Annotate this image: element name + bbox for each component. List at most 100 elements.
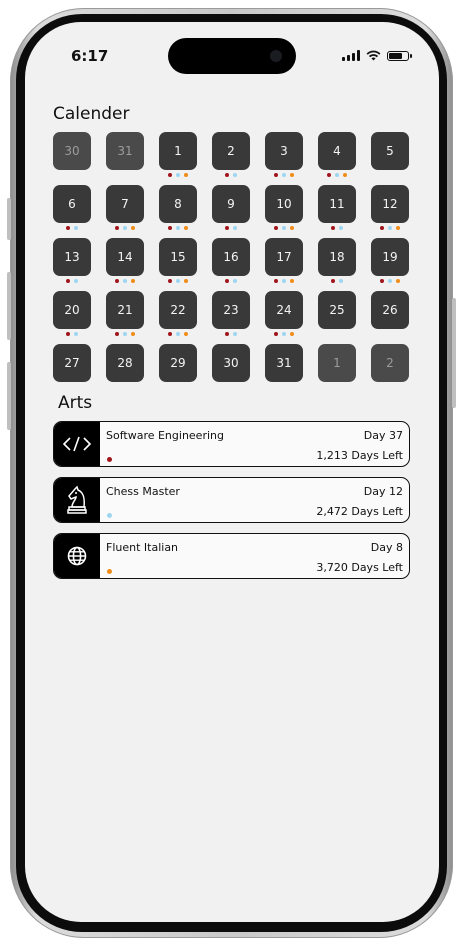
calendar-day-cell: 14 [106, 238, 144, 283]
calendar-day[interactable]: 25 [318, 291, 356, 329]
calendar-day[interactable]: 28 [106, 344, 144, 382]
calendar-day[interactable]: 27 [53, 344, 91, 382]
art-card[interactable]: Software Engineering Day 37 1,213 Days Lef… [53, 421, 410, 467]
activity-dots [371, 226, 409, 230]
calendar-day-cell: 8 [159, 185, 197, 230]
calendar-day[interactable]: 14 [106, 238, 144, 276]
activity-dot-blue [339, 279, 343, 283]
volume-up-button [7, 272, 11, 340]
calendar-day[interactable]: 31 [265, 344, 303, 382]
calendar-day[interactable]: 7 [106, 185, 144, 223]
art-color-dot [107, 513, 112, 518]
calendar-day[interactable]: 20 [53, 291, 91, 329]
calendar-day-cell: 28 [106, 344, 144, 382]
art-day: Day 8 [370, 541, 403, 554]
calendar-day[interactable]: 8 [159, 185, 197, 223]
activity-dots [318, 279, 356, 283]
calendar-day[interactable]: 21 [106, 291, 144, 329]
calendar-day-cell: 2 [212, 132, 250, 177]
activity-dot-blue [74, 226, 78, 230]
calendar-day[interactable]: 16 [212, 238, 250, 276]
calendar-day[interactable]: 15 [159, 238, 197, 276]
calendar-day[interactable]: 13 [53, 238, 91, 276]
activity-dots [318, 173, 356, 177]
chess-knight-icon [54, 478, 100, 522]
calendar-day[interactable]: 1 [159, 132, 197, 170]
calendar-day[interactable]: 9 [212, 185, 250, 223]
calendar-day[interactable]: 17 [265, 238, 303, 276]
calendar-day-cell: 24 [265, 291, 303, 336]
activity-dot-red [66, 226, 70, 230]
activity-dot-red [274, 173, 278, 177]
calendar-day[interactable]: 12 [371, 185, 409, 223]
status-time: 6:17 [71, 47, 109, 65]
activity-dot-red [66, 279, 70, 283]
activity-dots [265, 173, 303, 177]
calendar-day[interactable]: 4 [318, 132, 356, 170]
calendar-day-cell: 5 [371, 132, 409, 170]
calendar-day-cell: 11 [318, 185, 356, 230]
activity-dot-blue [282, 173, 286, 177]
calendar-day[interactable]: 11 [318, 185, 356, 223]
calendar-day[interactable]: 5 [371, 132, 409, 170]
activity-dots [159, 332, 197, 336]
activity-dot-blue [176, 173, 180, 177]
activity-dot-blue [74, 332, 78, 336]
activity-dot-blue [282, 226, 286, 230]
activity-dot-red [168, 173, 172, 177]
art-card[interactable]: Chess Master Day 12 2,472 Days Left [53, 477, 410, 523]
calendar-day[interactable]: 23 [212, 291, 250, 329]
activity-dot-blue [233, 279, 237, 283]
art-color-dot [107, 569, 112, 574]
art-name: Chess Master [106, 485, 180, 498]
activity-dots [212, 279, 250, 283]
activity-dot-red [327, 173, 331, 177]
calendar-day-cell: 9 [212, 185, 250, 230]
calendar-day[interactable]: 22 [159, 291, 197, 329]
calendar-day-cell: 2 [371, 344, 409, 382]
calendar-day[interactable]: 26 [371, 291, 409, 329]
art-card[interactable]: Fluent Italian Day 8 3,720 Days Left [53, 533, 410, 579]
calendar-day[interactable]: 24 [265, 291, 303, 329]
activity-dots [265, 279, 303, 283]
activity-dot-red [115, 226, 119, 230]
calendar-day[interactable]: 31 [106, 132, 144, 170]
calendar-day-cell: 18 [318, 238, 356, 283]
calendar-day[interactable]: 30 [53, 132, 91, 170]
calendar-day[interactable]: 19 [371, 238, 409, 276]
calendar-day[interactable]: 3 [265, 132, 303, 170]
activity-dot-blue [282, 332, 286, 336]
code-icon [54, 422, 100, 466]
calendar-day[interactable]: 2 [212, 132, 250, 170]
arts-list: Software Engineering Day 37 1,213 Days Lef… [53, 421, 410, 589]
activity-dots [318, 226, 356, 230]
activity-dot-red [168, 332, 172, 336]
cellular-signal-icon [342, 50, 360, 61]
activity-dot-red [225, 226, 229, 230]
art-day: Day 12 [363, 485, 403, 498]
calendar-day-cell: 26 [371, 291, 409, 329]
calendar-day[interactable]: 30 [212, 344, 250, 382]
activity-dots [159, 279, 197, 283]
calendar-day[interactable]: 6 [53, 185, 91, 223]
calendar-day-cell: 30 [212, 344, 250, 382]
activity-dot-orange [131, 226, 135, 230]
calendar-day[interactable]: 1 [318, 344, 356, 382]
activity-dot-blue [335, 173, 339, 177]
calendar-day[interactable]: 2 [371, 344, 409, 382]
calendar-day-cell: 16 [212, 238, 250, 283]
activity-dot-orange [396, 279, 400, 283]
activity-dots [53, 279, 91, 283]
calendar-day[interactable]: 10 [265, 185, 303, 223]
activity-dot-red [168, 226, 172, 230]
calendar-day[interactable]: 29 [159, 344, 197, 382]
activity-dots [106, 332, 144, 336]
activity-dot-red [380, 226, 384, 230]
calendar-day-cell: 1 [318, 344, 356, 382]
activity-dot-blue [176, 332, 180, 336]
calendar-grid: 30 31 1 2 3 4 5 6 7 8 9 10 11 12 13 14 15 16 17 18 19 20 21 22 2… [53, 132, 409, 382]
activity-dots [265, 226, 303, 230]
calendar-day[interactable]: 18 [318, 238, 356, 276]
calendar-day-cell: 6 [53, 185, 91, 230]
volume-down-button [7, 362, 11, 430]
